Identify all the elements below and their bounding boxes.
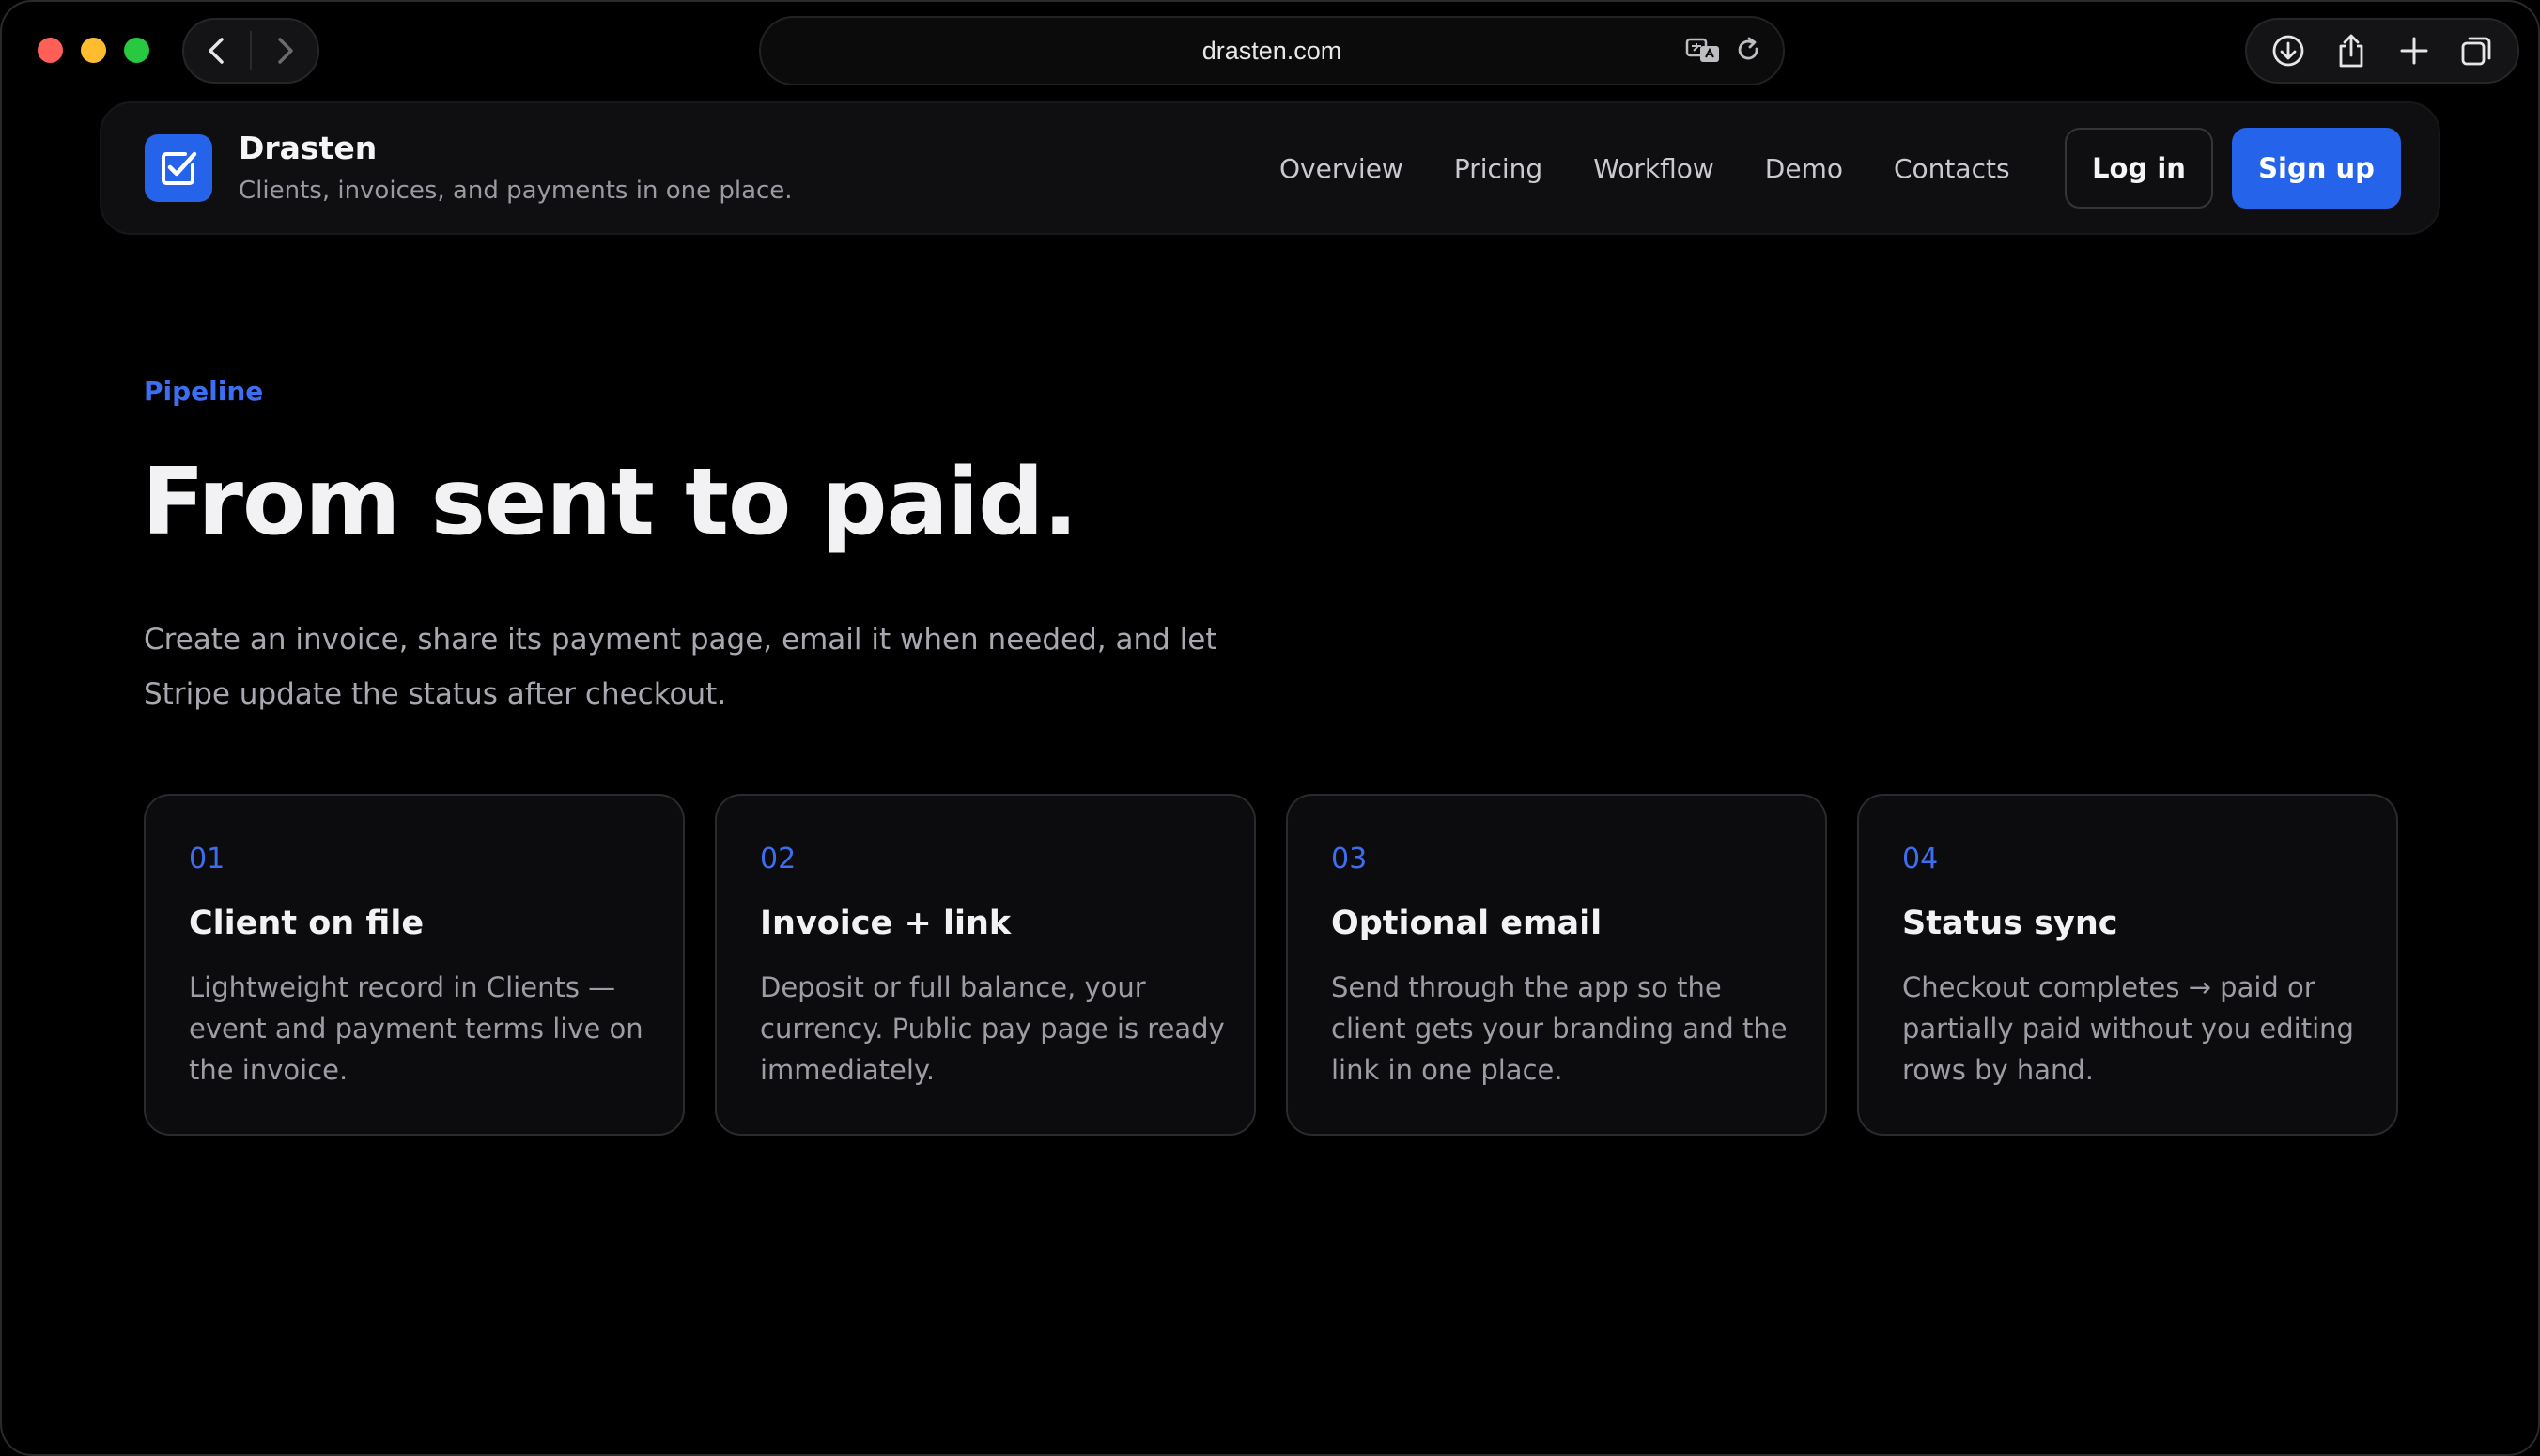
- translate-icon[interactable]: [1685, 37, 1723, 65]
- section-lead: Create an invoice, share its payment pag…: [144, 623, 1217, 711]
- browser-toolbar: drasten.com: [2, 2, 2538, 100]
- browser-window: drasten.com Drasten Clients, invoices, a…: [0, 0, 2540, 1456]
- step-card-client-on-file: 01 Client on file Lightweight record in …: [144, 794, 685, 1136]
- step-description: Send through the app so the client gets …: [1331, 971, 1788, 1086]
- checkbox-edit-icon: [162, 151, 197, 185]
- forward-button[interactable]: [252, 20, 318, 82]
- signup-button[interactable]: Sign up: [2232, 128, 2401, 209]
- minimize-window-button[interactable]: [81, 38, 106, 63]
- pipeline-steps: 01 Client on file Lightweight record in …: [144, 794, 2398, 1136]
- site-header: Drasten Clients, invoices, and payments …: [100, 101, 2440, 235]
- zoom-window-button[interactable]: [124, 38, 149, 63]
- tab-overview-button[interactable]: [2451, 24, 2503, 77]
- step-title: Client on file: [189, 905, 425, 942]
- step-description: Lightweight record in Clients — event an…: [189, 971, 643, 1086]
- share-button[interactable]: [2325, 24, 2377, 77]
- main-nav: Overview Pricing Workflow Demo Contacts: [1279, 103, 2010, 233]
- close-window-button[interactable]: [38, 38, 63, 63]
- back-button[interactable]: [184, 20, 250, 82]
- plus-icon: [2400, 37, 2427, 65]
- address-bar[interactable]: drasten.com: [759, 16, 1785, 85]
- downloads-button[interactable]: [2262, 24, 2315, 77]
- nav-link-overview[interactable]: Overview: [1279, 153, 1403, 184]
- url-text: drasten.com: [1201, 36, 1342, 65]
- step-number: 04: [1902, 843, 1939, 875]
- tabs-overview-icon: [2461, 37, 2490, 66]
- page-title: From sent to paid.: [142, 449, 1078, 556]
- step-card-invoice-link: 02 Invoice + link Deposit or full balanc…: [715, 794, 1256, 1136]
- step-number: 01: [189, 843, 225, 875]
- step-title: Invoice + link: [760, 905, 1012, 942]
- share-icon: [2339, 34, 2362, 68]
- step-number: 03: [1331, 843, 1368, 875]
- chevron-left-icon: [209, 38, 224, 64]
- step-description: Deposit or full balance, your currency. …: [760, 971, 1225, 1086]
- nav-link-contacts[interactable]: Contacts: [1894, 153, 2010, 184]
- step-card-status-sync: 04 Status sync Checkout completes → paid…: [1857, 794, 2398, 1136]
- step-card-optional-email: 03 Optional email Send through the app s…: [1286, 794, 1827, 1136]
- chevron-right-icon: [278, 38, 293, 64]
- brand-tagline: Clients, invoices, and payments in one p…: [239, 177, 793, 205]
- nav-link-demo[interactable]: Demo: [1765, 153, 1843, 184]
- brand-name[interactable]: Drasten: [239, 130, 377, 166]
- login-button[interactable]: Log in: [2065, 128, 2213, 209]
- reload-icon[interactable]: [1736, 37, 1762, 65]
- history-nav-group: [182, 18, 319, 84]
- brand-logo[interactable]: [145, 134, 212, 202]
- address-bar-actions: [1685, 18, 1762, 84]
- download-icon: [2272, 35, 2303, 67]
- step-description: Checkout completes → paid or partially p…: [1902, 971, 2354, 1086]
- step-number: 02: [760, 843, 797, 875]
- step-title: Optional email: [1331, 905, 1603, 942]
- nav-link-pricing[interactable]: Pricing: [1454, 153, 1542, 184]
- step-title: Status sync: [1902, 905, 2118, 942]
- nav-link-workflow[interactable]: Workflow: [1593, 153, 1714, 184]
- browser-actions-group: [2245, 18, 2519, 84]
- new-tab-button[interactable]: [2388, 24, 2440, 77]
- section-eyebrow: Pipeline: [144, 376, 264, 407]
